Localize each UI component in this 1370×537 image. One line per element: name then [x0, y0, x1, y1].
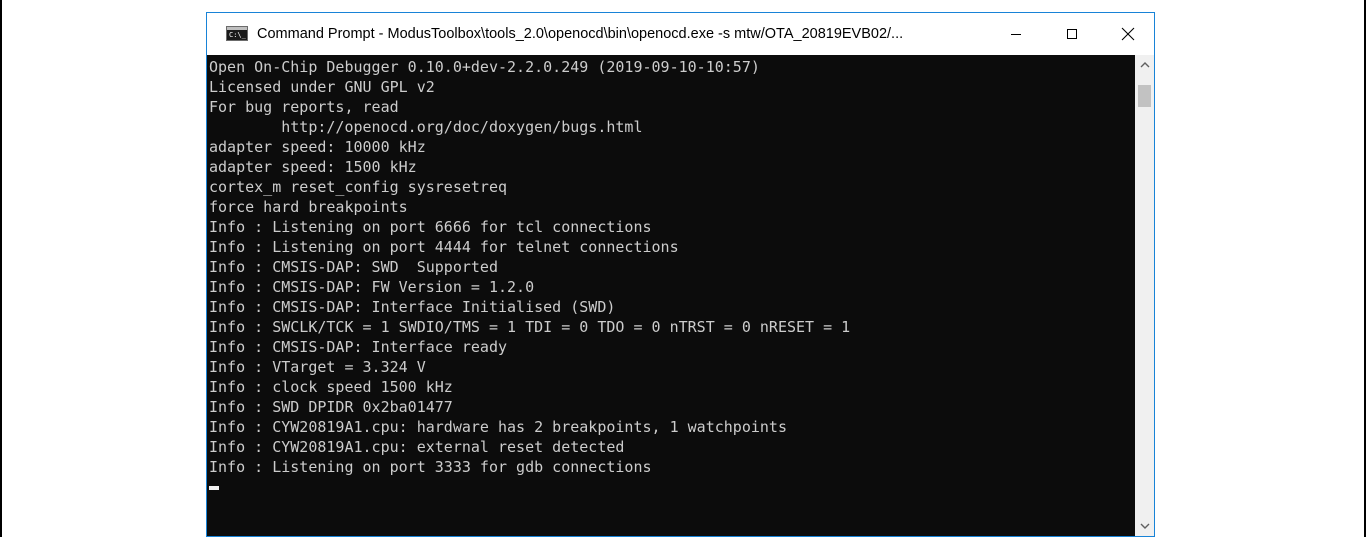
- console-line: Info : VTarget = 3.324 V: [209, 358, 426, 376]
- window-title: Command Prompt - ModusToolbox\tools_2.0\…: [257, 26, 904, 42]
- maximize-icon: [1067, 29, 1077, 39]
- console-line: force hard breakpoints: [209, 198, 408, 216]
- command-prompt-icon[interactable]: C:\_: [226, 26, 248, 41]
- console-line: Info : CYW20819A1.cpu: hardware has 2 br…: [209, 418, 787, 436]
- console-line: Info : CMSIS-DAP: Interface Initialised …: [209, 298, 616, 316]
- chevron-down-icon: [1140, 523, 1149, 529]
- console-line: Info : SWCLK/TCK = 1 SWDIO/TMS = 1 TDI =…: [209, 318, 851, 336]
- scroll-up-button[interactable]: [1135, 55, 1154, 75]
- console-line: For bug reports, read: [209, 98, 399, 116]
- console-lines: Open On-Chip Debugger 0.10.0+dev-2.2.0.2…: [207, 55, 1135, 497]
- console-line: Info : Listening on port 3333 for gdb co…: [209, 458, 652, 476]
- console-line: Info : CMSIS-DAP: SWD Supported: [209, 258, 498, 276]
- console-line: Info : CMSIS-DAP: FW Version = 1.2.0: [209, 278, 535, 296]
- console-line: adapter speed: 10000 kHz: [209, 138, 426, 156]
- scroll-down-button[interactable]: [1135, 516, 1154, 536]
- command-prompt-icon-label: C:\_: [229, 31, 246, 39]
- text-cursor: [209, 486, 219, 490]
- minimize-icon: [1011, 34, 1021, 35]
- command-prompt-window: C:\_ Command Prompt - ModusToolbox\tools…: [206, 12, 1155, 537]
- scroll-thumb[interactable]: [1138, 85, 1151, 107]
- close-icon: [1121, 27, 1135, 41]
- console-output[interactable]: Open On-Chip Debugger 0.10.0+dev-2.2.0.2…: [207, 55, 1135, 536]
- console-line: Open On-Chip Debugger 0.10.0+dev-2.2.0.2…: [209, 58, 760, 76]
- console-line: Info : clock speed 1500 kHz: [209, 378, 453, 396]
- minimize-button[interactable]: [993, 13, 1039, 55]
- close-button[interactable]: [1105, 13, 1151, 55]
- console-line: Info : CMSIS-DAP: Interface ready: [209, 338, 508, 356]
- console-line: Info : SWD DPIDR 0x2ba01477: [209, 398, 453, 416]
- console-line: [209, 477, 1135, 497]
- console-line: Info : Listening on port 4444 for telnet…: [209, 238, 679, 256]
- title-bar[interactable]: C:\_ Command Prompt - ModusToolbox\tools…: [207, 13, 1154, 55]
- chevron-up-icon: [1140, 62, 1149, 68]
- console-line: Licensed under GNU GPL v2: [209, 78, 435, 96]
- console-line: Info : CYW20819A1.cpu: external reset de…: [209, 438, 625, 456]
- console-line: Info : Listening on port 6666 for tcl co…: [209, 218, 652, 236]
- console-line: cortex_m reset_config sysresetreq: [209, 178, 508, 196]
- console-line: http://openocd.org/doc/doxygen/bugs.html: [209, 118, 643, 136]
- console-line: adapter speed: 1500 kHz: [209, 158, 417, 176]
- vertical-scrollbar[interactable]: [1135, 55, 1154, 536]
- maximize-button[interactable]: [1049, 13, 1095, 55]
